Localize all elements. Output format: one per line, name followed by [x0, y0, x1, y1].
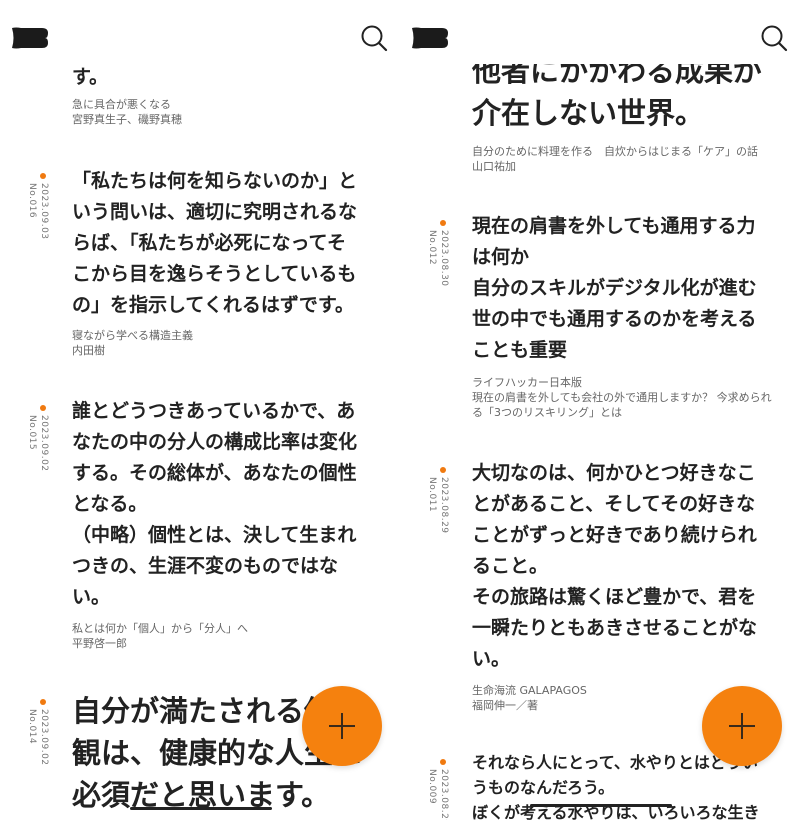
entry-number: No.009: [427, 769, 437, 805]
entry-number: No.011: [427, 477, 437, 513]
search-icon[interactable]: [760, 24, 788, 52]
top-bar: [0, 0, 400, 64]
author-name: 山口祐加: [472, 160, 516, 173]
right-screen: 他者にかかわる成果が 介在しない世界。 自分のために料理を作る 自炊からはじまる…: [400, 0, 800, 820]
date-dot: [40, 699, 46, 705]
quote-text: 誰とどうつきあっているかで、あ なたの中の分人の構成比率は変化 する。その総体が…: [72, 400, 358, 608]
logo-icon[interactable]: [412, 27, 448, 49]
entry-date: 2023.08.30: [439, 230, 449, 287]
add-button[interactable]: [702, 686, 782, 766]
date-dot: [40, 405, 46, 411]
scroll-indicator: [530, 804, 672, 807]
entry-date: 2023.08.29: [439, 477, 449, 534]
author-name: 平野啓一郎: [72, 637, 127, 650]
book-title: 自分のために料理を作る 自炊からはじまる「ケア」の話: [472, 145, 758, 158]
book-title: 寝ながら学べる構造主義: [72, 329, 193, 342]
date-dot: [440, 220, 446, 226]
quote-text-fragment: す。: [72, 66, 109, 88]
author-name: 内田樹: [72, 344, 105, 357]
logo-icon[interactable]: [12, 27, 48, 49]
entry-number: No.015: [27, 415, 37, 451]
add-button[interactable]: [302, 686, 382, 766]
top-bar: [400, 0, 800, 64]
entry-number: No.012: [427, 230, 437, 266]
entry-date: 2023.09.02: [39, 709, 49, 766]
book-title: 急に具合が悪くなる: [72, 98, 171, 111]
book-title: 私とは何か「個人」から「分人」へ: [72, 622, 248, 635]
plus-icon: [329, 713, 355, 739]
entry-date: 2023.09.03: [39, 183, 49, 240]
quote-text: 大切なのは、何かひとつ好きなこ とがあること、そしてその好きな ことがずっと好き…: [472, 462, 758, 670]
article-title: 現在の肩書を外しても会社の外で通用しますか？ 今求められる「3つのリスキリング」…: [472, 391, 772, 419]
date-dot: [40, 173, 46, 179]
entry-date: 2023.08.29: [439, 769, 449, 820]
quote-text: 現在の肩書を外しても通用する力 は何か 自分のスキルがデジタル化が進む 世の中で…: [472, 215, 757, 361]
entry-date: 2023.09.02: [39, 415, 49, 472]
date-dot: [440, 759, 446, 765]
scroll-indicator: [130, 807, 272, 810]
date-dot: [440, 467, 446, 473]
plus-icon: [729, 713, 755, 739]
author-name: 宮野真生子、磯野真穂: [72, 113, 182, 126]
entry-number: No.014: [27, 709, 37, 745]
entry-number: No.016: [27, 183, 37, 219]
left-screen: す。 急に具合が悪くなる 宮野真生子、磯野真穂 2023.09.03 No.01…: [0, 0, 400, 820]
book-title: ライフハッカー日本版: [472, 376, 582, 389]
quote-text: 「私たちは何を知らないのか」と いう問いは、適切に究明されるな らば、「私たちが…: [72, 170, 358, 316]
search-icon[interactable]: [360, 24, 388, 52]
